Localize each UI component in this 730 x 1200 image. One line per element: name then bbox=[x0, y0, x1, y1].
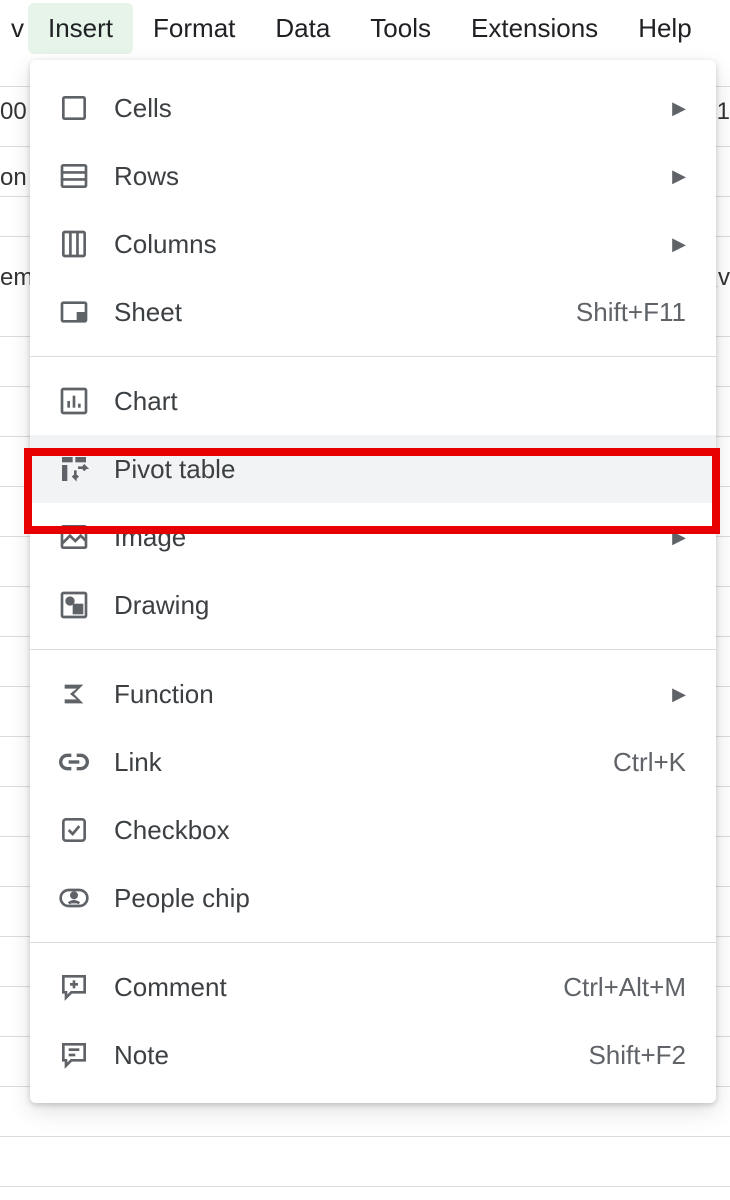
menuitem-label: Checkbox bbox=[114, 815, 686, 846]
menubar: v Insert Format Data Tools Extensions He… bbox=[0, 0, 730, 56]
submenu-arrow-icon: ▶ bbox=[672, 98, 686, 119]
sheet-icon bbox=[58, 296, 90, 328]
menuitem-function[interactable]: Function ▶ bbox=[30, 660, 716, 728]
menuitem-label: Function bbox=[114, 679, 660, 710]
menuitem-cells[interactable]: Cells ▶ bbox=[30, 74, 716, 142]
menuitem-label: Link bbox=[114, 747, 613, 778]
shortcut-text: Shift+F11 bbox=[576, 297, 686, 328]
menuitem-label: Cells bbox=[114, 93, 660, 124]
menu-help[interactable]: Help bbox=[618, 3, 711, 54]
bg-fragment: 00 bbox=[0, 98, 27, 126]
people-chip-icon bbox=[58, 882, 90, 914]
checkbox-icon bbox=[58, 814, 90, 846]
shortcut-text: Shift+F2 bbox=[588, 1040, 686, 1071]
menuitem-label: People chip bbox=[114, 883, 686, 914]
menuitem-note[interactable]: Note Shift+F2 bbox=[30, 1021, 716, 1089]
bg-fragment: on bbox=[0, 164, 27, 192]
menu-partial-left: v bbox=[0, 3, 28, 54]
menuitem-pivot-table[interactable]: Pivot table bbox=[30, 435, 716, 503]
menu-format[interactable]: Format bbox=[133, 3, 255, 54]
menuitem-columns[interactable]: Columns ▶ bbox=[30, 210, 716, 278]
columns-icon bbox=[58, 228, 90, 260]
image-icon bbox=[58, 521, 90, 553]
menuitem-people-chip[interactable]: People chip bbox=[30, 864, 716, 932]
divider bbox=[30, 942, 716, 943]
menuitem-label: Chart bbox=[114, 386, 686, 417]
insert-dropdown: Cells ▶ Rows ▶ Columns ▶ Sheet Shift+F11… bbox=[30, 60, 716, 1103]
menuitem-checkbox[interactable]: Checkbox bbox=[30, 796, 716, 864]
function-icon bbox=[58, 678, 90, 710]
pivot-table-icon bbox=[58, 453, 90, 485]
menuitem-label: Image bbox=[114, 522, 660, 553]
submenu-arrow-icon: ▶ bbox=[672, 234, 686, 255]
menuitem-label: Drawing bbox=[114, 590, 686, 621]
menuitem-label: Sheet bbox=[114, 297, 576, 328]
drawing-icon bbox=[58, 589, 90, 621]
menu-extensions[interactable]: Extensions bbox=[451, 3, 618, 54]
bg-fragment: em bbox=[0, 264, 33, 292]
divider bbox=[30, 356, 716, 357]
menuitem-label: Rows bbox=[114, 161, 660, 192]
cells-icon bbox=[58, 92, 90, 124]
menuitem-comment[interactable]: Comment Ctrl+Alt+M bbox=[30, 953, 716, 1021]
bg-fragment: v bbox=[718, 264, 730, 292]
shortcut-text: Ctrl+Alt+M bbox=[563, 972, 686, 1003]
menu-insert[interactable]: Insert bbox=[28, 3, 133, 54]
menuitem-label: Pivot table bbox=[114, 454, 686, 485]
menuitem-label: Columns bbox=[114, 229, 660, 260]
bg-fragment: 1 bbox=[717, 98, 730, 126]
menuitem-image[interactable]: Image ▶ bbox=[30, 503, 716, 571]
menuitem-drawing[interactable]: Drawing bbox=[30, 571, 716, 639]
menuitem-label: Note bbox=[114, 1040, 588, 1071]
menuitem-sheet[interactable]: Sheet Shift+F11 bbox=[30, 278, 716, 346]
chart-icon bbox=[58, 385, 90, 417]
menuitem-rows[interactable]: Rows ▶ bbox=[30, 142, 716, 210]
comment-icon bbox=[58, 971, 90, 1003]
rows-icon bbox=[58, 160, 90, 192]
submenu-arrow-icon: ▶ bbox=[672, 527, 686, 548]
divider bbox=[30, 649, 716, 650]
submenu-arrow-icon: ▶ bbox=[672, 166, 686, 187]
menu-tools[interactable]: Tools bbox=[350, 3, 451, 54]
menuitem-label: Comment bbox=[114, 972, 563, 1003]
submenu-arrow-icon: ▶ bbox=[672, 684, 686, 705]
note-icon bbox=[58, 1039, 90, 1071]
link-icon bbox=[58, 746, 90, 778]
menu-data[interactable]: Data bbox=[255, 3, 350, 54]
shortcut-text: Ctrl+K bbox=[613, 747, 686, 778]
menuitem-chart[interactable]: Chart bbox=[30, 367, 716, 435]
menuitem-link[interactable]: Link Ctrl+K bbox=[30, 728, 716, 796]
